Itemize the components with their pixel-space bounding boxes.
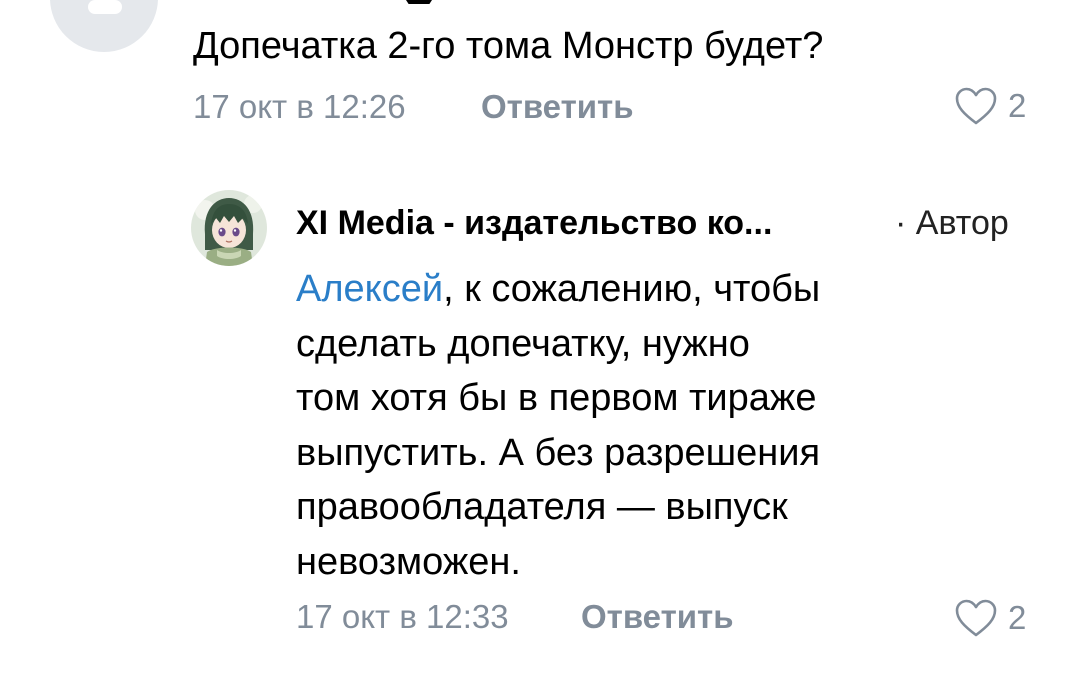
comment-line-6: невозможен. (296, 540, 521, 583)
author-avatar[interactable] (191, 190, 267, 266)
comment-date: 17 окт в 12:33 (296, 598, 509, 635)
comment-line-3: том хотя бы в первом тираже (296, 377, 817, 419)
comment-line-2: сделать допечатку, нужно (296, 322, 750, 365)
author-badge: · Автор (895, 204, 1009, 242)
comment-line-4: выпустить. А без разрешения (296, 431, 821, 474)
user-placeholder-icon (88, 0, 122, 14)
author-name[interactable]: XI Media - издательство ко... (296, 204, 772, 243)
heart-outline-icon (955, 87, 997, 125)
comment-1: Допечатка 2-го тома Монстр будет? 17 окт… (0, 0, 1080, 150)
mention-link[interactable]: Алексей (296, 268, 443, 310)
like-button[interactable]: 2 (954, 84, 1026, 128)
comment-line-1: Алексей, к сожалению, чтобы (296, 262, 976, 317)
comment-date: 17 окт в 12:26 (193, 88, 406, 125)
reply-button[interactable]: Ответить (481, 88, 634, 126)
comment-text: Допечатка 2-го тома Монстр будет? (193, 25, 824, 67)
comment-text: Алексей, к сожалению, чтобы сделать допе… (296, 262, 976, 589)
heart-outline-icon (955, 599, 997, 637)
anime-character-avatar-icon (191, 190, 267, 266)
like-count: 2 (1008, 599, 1027, 636)
reply-button[interactable]: Ответить (581, 598, 734, 636)
commenter-name-clipped (406, 0, 432, 4)
like-button[interactable]: 2 (954, 596, 1026, 640)
like-count: 2 (1008, 87, 1027, 124)
comment-line-5: правообладателя — выпуск (296, 486, 788, 528)
comment-line-1-text: , к сожалению, чтобы (443, 268, 821, 310)
commenter-avatar[interactable] (50, 0, 158, 52)
